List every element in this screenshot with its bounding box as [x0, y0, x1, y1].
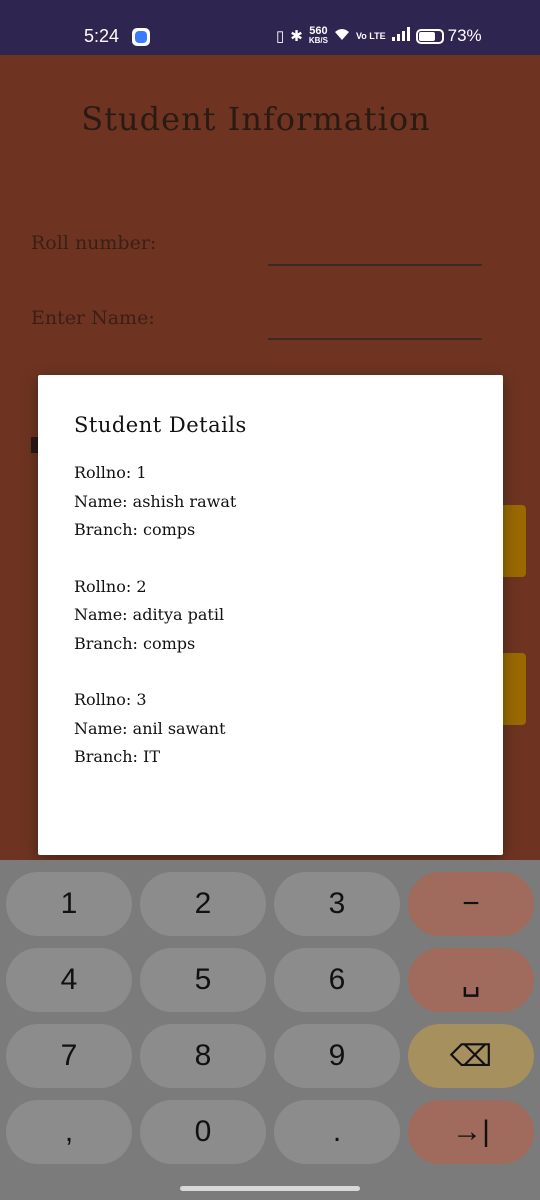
network-speed: 560 KB/S [308, 25, 328, 46]
key-8[interactable]: 8 [140, 1024, 266, 1088]
record-branch: Branch: comps [74, 520, 196, 539]
key-1[interactable]: 1 [6, 872, 132, 936]
space-key[interactable]: ␣ [408, 948, 534, 1012]
record-rollno: Rollno: 3 [74, 690, 147, 709]
battery-percent: 73% [447, 26, 482, 45]
wifi-icon [334, 27, 350, 45]
status-time: 5:24 [84, 26, 120, 46]
dialog-title: Student Details [74, 413, 247, 437]
name-input[interactable] [268, 338, 482, 340]
key-7[interactable]: 7 [6, 1024, 132, 1088]
roll-number-label: Roll number: [31, 232, 157, 254]
backspace-key[interactable]: ⌫ [408, 1024, 534, 1088]
record-name: Name: anil sawant [74, 718, 226, 738]
record-name: Name: ashish rawat [74, 491, 237, 511]
student-record: Rollno: 1 Name: ashish rawat Branch: com… [74, 463, 236, 549]
page-title: Student Information [81, 100, 431, 138]
battery-indicator: 73% [415, 26, 482, 46]
student-record: Rollno: 2 Name: aditya patil Branch: com… [74, 577, 236, 663]
display-button[interactable] [500, 653, 526, 725]
home-indicator[interactable] [180, 1186, 360, 1191]
key-6[interactable]: 6 [274, 948, 400, 1012]
comma-key[interactable]: , [6, 1100, 132, 1164]
period-key[interactable]: . [274, 1100, 400, 1164]
signal-icon [391, 27, 410, 45]
next-key[interactable]: →| [408, 1100, 534, 1164]
minus-key[interactable]: − [408, 872, 534, 936]
key-9[interactable]: 9 [274, 1024, 400, 1088]
battery-icon [415, 28, 444, 44]
student-details-dialog: Student Details Rollno: 1 Name: ashish r… [38, 375, 503, 855]
bluetooth-icon: ✱ [290, 28, 303, 45]
record-rollno: Rollno: 1 [74, 463, 147, 482]
numeric-keyboard: 1 2 3 − 4 5 6 ␣ 7 8 9 ⌫ , 0 . →| [0, 860, 540, 1200]
key-4[interactable]: 4 [6, 948, 132, 1012]
status-bar: 5:24 ▯ ✱ 560 KB/S Vo LTE 73% [0, 0, 540, 55]
key-0[interactable]: 0 [140, 1100, 266, 1164]
key-3[interactable]: 3 [274, 872, 400, 936]
record-branch: Branch: IT [74, 747, 160, 766]
vibrate-icon: ▯ [276, 28, 285, 45]
notification-app-icon [132, 28, 150, 46]
name-label: Enter Name: [31, 307, 155, 329]
student-record: Rollno: 3 Name: anil sawant Branch: IT [74, 690, 236, 776]
record-rollno: Rollno: 2 [74, 576, 147, 596]
volte-icon: Vo LTE [355, 31, 386, 41]
status-icons: ▯ ✱ 560 KB/S Vo LTE 73% [276, 26, 482, 46]
record-name: Name: aditya patil [74, 605, 225, 624]
key-2[interactable]: 2 [140, 872, 266, 936]
roll-number-input[interactable] [268, 264, 482, 266]
insert-button[interactable] [500, 505, 526, 577]
dialog-body: Rollno: 1 Name: ashish rawat Branch: com… [74, 463, 236, 804]
key-5[interactable]: 5 [140, 948, 266, 1012]
record-branch: Branch: comps [74, 633, 196, 653]
